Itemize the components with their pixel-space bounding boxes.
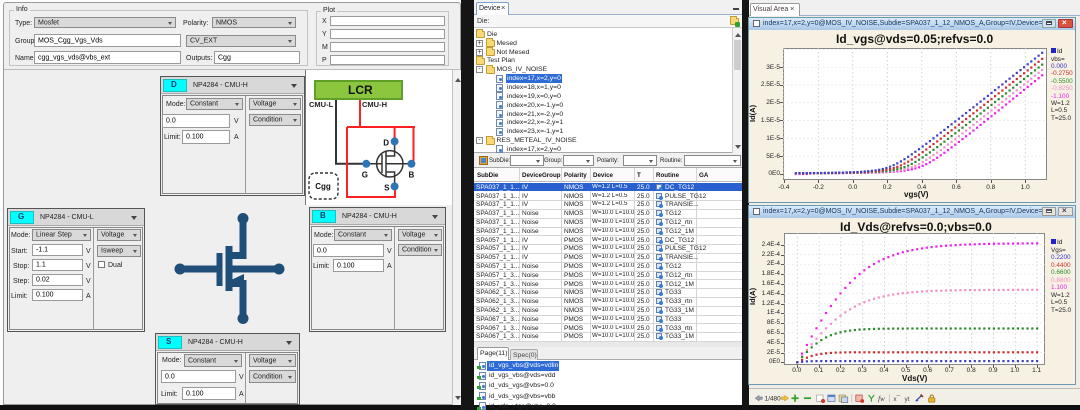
svg-text:D: D bbox=[383, 139, 389, 148]
svg-text:x ̅: x ̅ bbox=[893, 394, 900, 402]
svg-text:S: S bbox=[384, 184, 390, 193]
svg-text:1/480: 1/480 bbox=[765, 395, 781, 402]
svg-text:G: G bbox=[362, 171, 368, 180]
svg-text:Cgg: Cgg bbox=[315, 182, 331, 191]
svg-text:yt: yt bbox=[905, 395, 910, 402]
svg-text:B: B bbox=[409, 171, 415, 180]
svg-text:fw: fw bbox=[878, 395, 885, 402]
